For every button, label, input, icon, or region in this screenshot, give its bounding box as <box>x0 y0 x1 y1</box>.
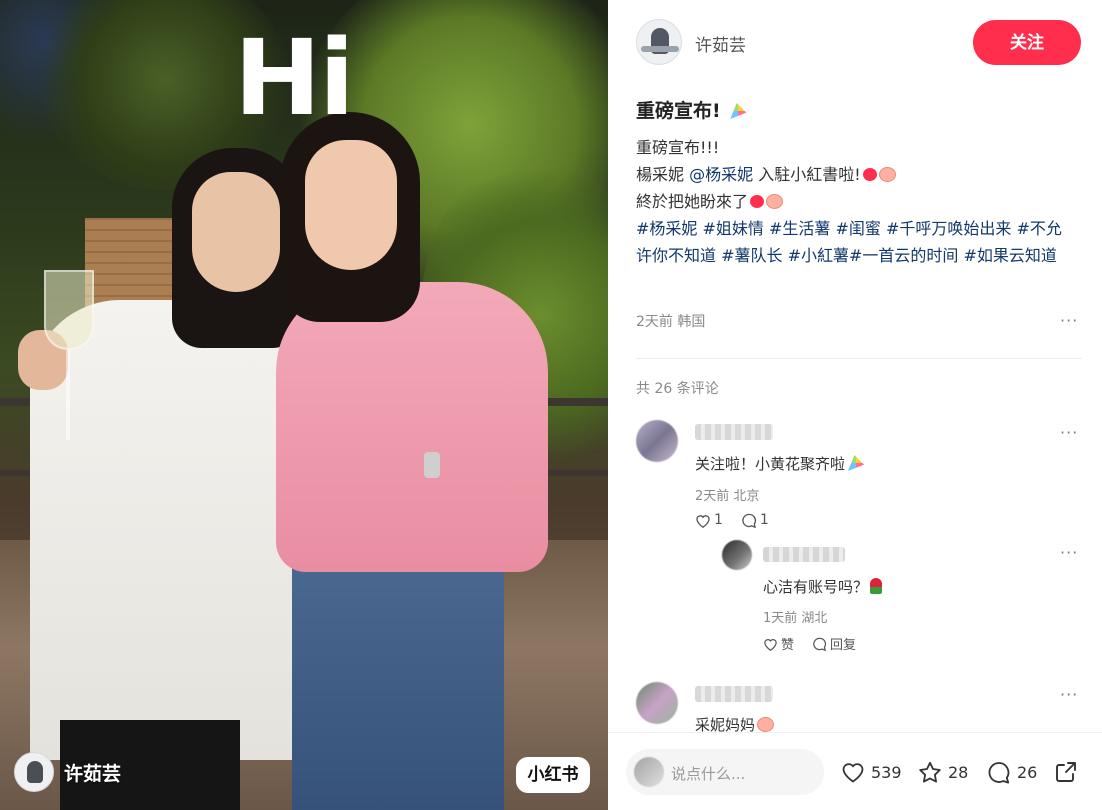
comment-date-location: 2天前 北京 <box>695 489 760 504</box>
reply-reply-button[interactable]: 回复 <box>812 634 856 653</box>
pig-emoji-icon <box>878 167 896 182</box>
party-popper-icon <box>848 455 865 471</box>
note-hashtags[interactable]: #杨采妮 #姐妹情 #生活薯 #闺蜜 #千呼万唤始出来 #不允许你不知道 #薯队… <box>636 215 1076 269</box>
comment-actions: 1 1 <box>695 512 787 528</box>
current-user-avatar <box>634 757 664 787</box>
replier-name-blurred[interactable] <box>763 547 845 562</box>
heart-icon <box>764 638 777 651</box>
person-right-face <box>305 140 397 270</box>
heart-icon <box>842 763 864 783</box>
note-date-location: 2天前 韩国 <box>636 314 706 330</box>
note-line-3: 終於把她盼來了 <box>636 188 1076 215</box>
peach-emoji-icon <box>766 194 784 209</box>
photo-overlay-text: Hi <box>234 17 355 139</box>
collect-button[interactable]: 28 <box>918 761 968 784</box>
wrist-watch <box>424 452 440 478</box>
person-right-jeans <box>292 545 504 810</box>
rose-emoji-icon <box>870 578 883 594</box>
replier-avatar[interactable] <box>722 540 752 570</box>
note-header: 许茹芸 关注 <box>608 0 1102 84</box>
chat-bubble-icon <box>742 513 756 528</box>
commenter-name-blurred[interactable] <box>695 424 773 440</box>
note-line-2-prefix: 楊采妮 <box>636 165 690 184</box>
red-heart-emoji-icon <box>750 195 765 208</box>
mention-link[interactable]: @杨采妮 <box>689 165 753 184</box>
wine-glass <box>44 270 94 350</box>
reply-text-content: 心洁有账号吗？ <box>763 578 869 596</box>
note-line-2-suffix: 入駐小紅書啦! <box>753 165 861 184</box>
author-avatar[interactable] <box>636 19 682 65</box>
comment-item: ··· 采妮妈妈 <box>636 682 1082 732</box>
like-button[interactable]: 539 <box>841 761 902 783</box>
comment-text: 采妮妈妈 <box>695 714 775 732</box>
share-button[interactable] <box>1054 760 1078 788</box>
photo-author-avatar <box>14 752 54 792</box>
comment-input-placeholder: 说点什么... <box>671 765 746 783</box>
note-title: 重磅宣布! <box>636 96 747 123</box>
wine-glass-stem <box>66 350 70 440</box>
heart-icon <box>696 514 710 528</box>
comment-text: 关注啦！小黄花聚齐啦 <box>695 453 865 474</box>
red-heart-emoji-icon <box>862 168 877 181</box>
more-icon[interactable]: ··· <box>1060 687 1082 703</box>
person-left-face <box>192 172 280 292</box>
xiaohongshu-logo: 小红书 <box>516 757 590 793</box>
commenter-avatar[interactable] <box>636 682 678 724</box>
reply-like-button[interactable]: 赞 <box>763 634 794 653</box>
note-title-text: 重磅宣布! <box>636 100 721 122</box>
reply-like-label: 赞 <box>781 638 795 653</box>
reply-item: ··· 心洁有账号吗？ 1天前 湖北 赞 回复 <box>722 540 1082 660</box>
person-right-blouse <box>276 282 548 572</box>
reply-text: 心洁有账号吗？ <box>763 576 883 597</box>
commenter-avatar[interactable] <box>636 420 678 462</box>
comment-count-bottom: 26 <box>1017 763 1038 782</box>
like-count: 539 <box>871 762 902 782</box>
note-body: 重磅宣布!!! 楊采妮 @杨采妮 入駐小紅書啦! 終於把她盼來了 #杨采妮 #姐… <box>636 134 1076 269</box>
comment-text-content: 采妮妈妈 <box>695 716 756 732</box>
chat-bubble-icon <box>813 637 827 651</box>
author-name[interactable]: 许茹芸 <box>695 31 746 56</box>
reply-reply-label: 回复 <box>830 638 857 653</box>
photo-author-name: 许茹芸 <box>64 762 122 785</box>
comment-reply-button[interactable]: 1 <box>741 512 769 528</box>
star-icon <box>919 761 941 783</box>
comment-like-button[interactable]: 1 <box>695 512 723 528</box>
reply-actions: 赞 回复 <box>763 634 874 653</box>
note-scroll-area[interactable]: 重磅宣布! 重磅宣布!!! 楊采妮 @杨采妮 入駐小紅書啦! 終於把她盼來了 #… <box>608 84 1102 732</box>
comment-count: 共 26 条评论 <box>636 381 719 397</box>
note-line-2: 楊采妮 @杨采妮 入駐小紅書啦! <box>636 161 1076 188</box>
commenter-name-blurred[interactable] <box>695 686 773 702</box>
comment-like-count: 1 <box>714 512 723 528</box>
note-viewer: Hi 许茹芸 小红书 许茹芸 关注 重磅宣布! 重磅宣布!!! 楊采妮 @杨采妮… <box>0 0 1102 810</box>
comment-button[interactable]: 26 <box>987 761 1037 784</box>
note-photo[interactable]: Hi 许茹芸 小红书 <box>0 0 608 810</box>
follow-button[interactable]: 关注 <box>973 20 1081 65</box>
peach-emoji-icon <box>757 717 775 732</box>
share-icon <box>1056 762 1076 782</box>
chat-bubble-icon <box>988 762 1010 784</box>
note-line-3-text: 終於把她盼來了 <box>636 192 749 211</box>
divider <box>636 358 1082 359</box>
note-line-1: 重磅宣布!!! <box>636 138 720 157</box>
more-icon[interactable]: ··· <box>1060 425 1082 441</box>
photo-author-watermark: 许茹芸 <box>14 752 121 792</box>
more-icon[interactable]: ··· <box>1060 313 1082 329</box>
note-detail-panel: 许茹芸 关注 重磅宣布! 重磅宣布!!! 楊采妮 @杨采妮 入駐小紅書啦! 終於… <box>608 0 1102 810</box>
comment-reply-count: 1 <box>759 512 769 528</box>
more-icon[interactable]: ··· <box>1060 545 1082 561</box>
comment-text-content: 关注啦！小黄花聚齐啦 <box>695 455 846 473</box>
reply-date-location: 1天前 湖北 <box>763 611 828 626</box>
party-popper-icon <box>730 103 747 119</box>
collect-count: 28 <box>948 763 969 782</box>
engagement-bar: 说点什么... 539 28 26 <box>608 732 1102 810</box>
comment-item: ··· 关注啦！小黄花聚齐啦 2天前 北京 1 1 <box>636 420 1082 550</box>
comment-input[interactable]: 说点什么... <box>626 749 824 795</box>
